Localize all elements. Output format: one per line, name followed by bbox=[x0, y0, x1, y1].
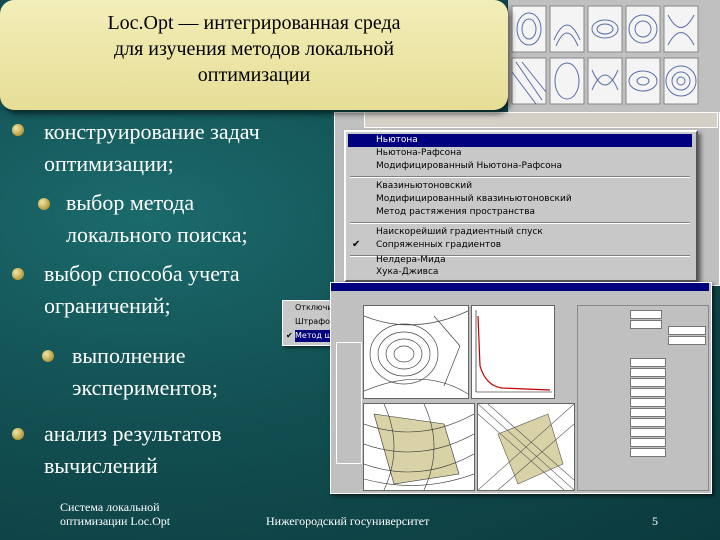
bullet-3-line2: ограничений; bbox=[44, 293, 171, 318]
bullet-icon bbox=[12, 124, 24, 136]
convergence-plot bbox=[471, 305, 555, 399]
menu-item-conjugate-gradients[interactable]: Сопряженных градиентов bbox=[348, 239, 692, 252]
bullet-1-line1: конструирование задач bbox=[44, 119, 260, 144]
menu-item-mod-quasi-newton[interactable]: Модифицированный квазиньютоновский bbox=[348, 193, 692, 206]
bullet-2-line1: выбор метода bbox=[66, 190, 195, 215]
menu-item-quasi-newton[interactable]: Квазиньютоновский bbox=[348, 180, 692, 193]
bullet-5-line1: анализ результатов bbox=[44, 421, 222, 446]
bullet-1-line2: оптимизации; bbox=[44, 151, 174, 176]
method-dropdown-menu[interactable]: Ньютона Ньютона-Рафсона Модифицированный… bbox=[344, 130, 698, 282]
page-number: 5 bbox=[652, 514, 658, 528]
footer-left-line2: оптимизации Loc.Opt bbox=[60, 514, 171, 528]
contour-thumbnails bbox=[508, 0, 720, 112]
info-field[interactable] bbox=[630, 418, 666, 427]
bullet-icon bbox=[38, 198, 50, 210]
info-panel bbox=[577, 305, 709, 491]
menu-separator bbox=[350, 222, 690, 224]
info-field[interactable] bbox=[630, 398, 666, 407]
app-toolbar-strip bbox=[364, 112, 718, 128]
info-field[interactable] bbox=[630, 310, 662, 319]
contour-plot-1 bbox=[363, 305, 469, 399]
footer-center: Нижегородский госуниверситет bbox=[266, 514, 430, 528]
footer-left-line1: Система локальной bbox=[60, 500, 160, 514]
bullet-5: анализ результатов вычислений bbox=[44, 418, 222, 482]
bullet-1: конструирование задач оптимизации; bbox=[44, 116, 260, 180]
info-field[interactable] bbox=[630, 368, 666, 377]
info-field[interactable] bbox=[668, 326, 706, 335]
info-field[interactable] bbox=[630, 320, 662, 329]
title-box: Loc.Opt — интегрированная среда для изуч… bbox=[0, 0, 508, 110]
info-field[interactable] bbox=[630, 408, 666, 417]
info-field[interactable] bbox=[630, 358, 666, 367]
info-field[interactable] bbox=[630, 448, 666, 457]
experiment-window bbox=[330, 282, 712, 494]
bullet-2-line2: локального поиска; bbox=[66, 222, 248, 247]
bullet-4: выполнение экспериментов; bbox=[72, 340, 218, 404]
bullet-3: выбор способа учета ограничений; bbox=[44, 258, 240, 322]
contour-plot-3 bbox=[477, 403, 575, 491]
param-panel bbox=[336, 342, 362, 464]
menu-item-newton-raphson[interactable]: Ньютона-Рафсона bbox=[348, 147, 692, 160]
info-field[interactable] bbox=[630, 378, 666, 387]
page-title-line3: оптимизации bbox=[197, 64, 311, 86]
contour-plot-2 bbox=[363, 403, 475, 491]
menu-item-mod-newton-raphson[interactable]: Модифицированный Ньютона-Рафсона bbox=[348, 160, 692, 173]
bullet-4-line1: выполнение bbox=[72, 343, 186, 368]
bullet-4-line2: экспериментов; bbox=[72, 375, 218, 400]
bullet-icon bbox=[42, 350, 54, 362]
menu-item-newton[interactable]: Ньютона bbox=[348, 134, 692, 147]
info-field[interactable] bbox=[630, 438, 666, 447]
menu-item-hooke-jeeves[interactable]: Хука-Дживса bbox=[348, 266, 692, 279]
menu-item-space-dilation[interactable]: Метод растяжения пространства bbox=[348, 206, 692, 219]
bullet-5-line2: вычислений bbox=[44, 453, 158, 478]
bullet-icon bbox=[12, 268, 24, 280]
checkmark-icon: ✔ bbox=[286, 331, 293, 340]
info-field[interactable] bbox=[668, 336, 706, 345]
info-field[interactable] bbox=[630, 388, 666, 397]
checkmark-icon: ✔ bbox=[352, 239, 361, 250]
menu-item-steepest-descent[interactable]: Наискорейший градиентный спуск bbox=[348, 226, 692, 239]
bullet-3-line1: выбор способа учета bbox=[44, 261, 240, 286]
bullet-icon bbox=[12, 428, 24, 440]
footer-left: Система локальной оптимизации Loc.Opt bbox=[60, 500, 170, 528]
window-titlebar bbox=[331, 283, 709, 291]
menu-separator bbox=[350, 176, 690, 178]
page-title-line2: для изучения методов локальной bbox=[113, 38, 395, 60]
contour-thumbnails-graphic bbox=[511, 5, 699, 105]
bullet-2: выбор метода локального поиска; bbox=[66, 187, 248, 251]
page-title-line1: Loc.Opt — интегрированная среда bbox=[107, 12, 401, 34]
info-field[interactable] bbox=[630, 428, 666, 437]
